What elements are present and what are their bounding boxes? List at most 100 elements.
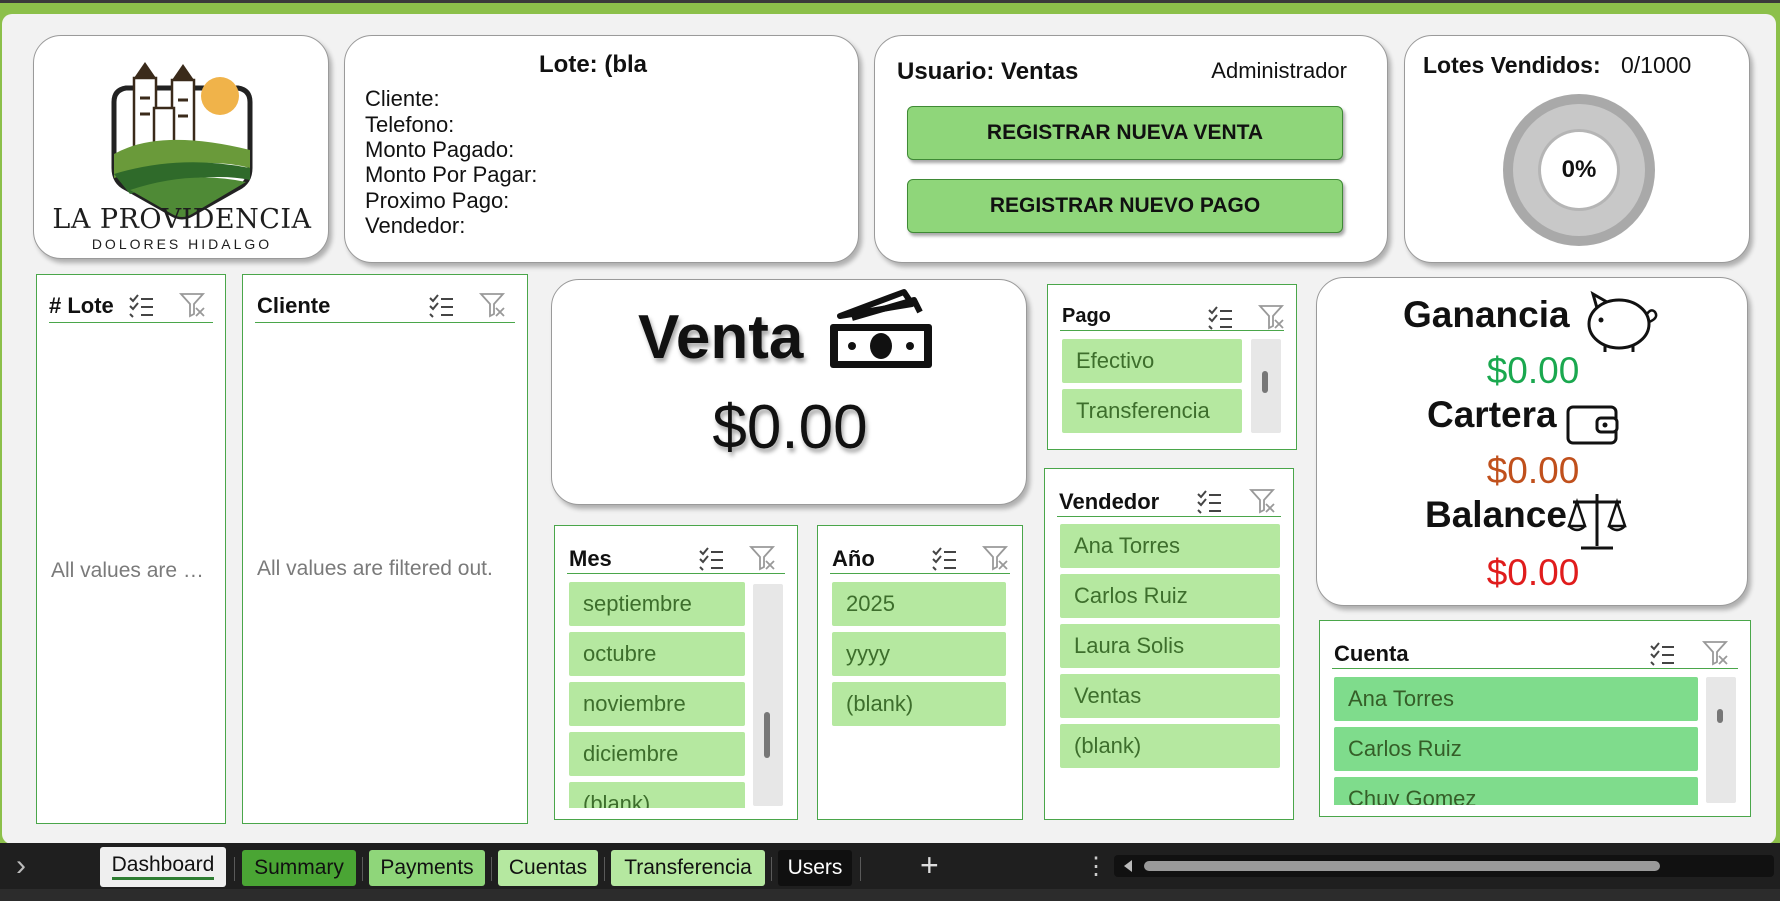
tab-separator <box>604 857 605 881</box>
piggy-bank-icon <box>1587 290 1658 352</box>
more-options-icon[interactable]: ⋮ <box>1084 851 1108 883</box>
scroll-thumb[interactable] <box>1262 371 1268 393</box>
scroll-thumb[interactable] <box>764 712 770 758</box>
slicer-lote: # Lote All values are … <box>36 274 226 824</box>
slicer-pago-scrollbar[interactable] <box>1251 339 1281 433</box>
lote-title: Lote: (bla <box>539 51 647 78</box>
clear-filter-icon[interactable] <box>1249 487 1277 515</box>
slicer-cuenta-scrollbar[interactable] <box>1706 677 1736 803</box>
slicer-vendedor-item[interactable]: Carlos Ruiz <box>1060 574 1280 618</box>
tab-dashboard-label: Dashboard <box>111 853 215 880</box>
money-icon <box>830 289 932 368</box>
slicer-anio-header: Año <box>830 534 1010 574</box>
slicer-mes-item[interactable]: noviembre <box>569 682 745 726</box>
slicer-cuenta-item[interactable]: Carlos Ruiz <box>1334 727 1698 771</box>
slicer-cliente: Cliente All values are filtered out. <box>242 274 528 824</box>
clear-filter-icon[interactable] <box>1702 639 1730 667</box>
slicer-cliente-empty-message: All values are filtered out. <box>257 557 493 580</box>
tab-users[interactable]: Users <box>778 850 852 886</box>
slicer-mes-item[interactable]: diciembre <box>569 732 745 776</box>
slicer-anio-item[interactable]: yyyy <box>832 632 1006 676</box>
multi-select-icon[interactable] <box>1206 303 1234 331</box>
tab-dashboard[interactable]: Dashboard <box>100 847 226 887</box>
scroll-left-icon[interactable] <box>1122 860 1134 872</box>
logo-subtitle: DOLORES HIDALGO <box>91 236 273 252</box>
tab-nav-arrow[interactable]: › <box>16 848 26 884</box>
slicer-vendedor-item[interactable]: Ana Torres <box>1060 524 1280 568</box>
user-label: Usuario: Ventas <box>897 58 1079 85</box>
cartera-value: $0.00 <box>1486 450 1580 491</box>
register-payment-button[interactable]: REGISTRAR NUEVO PAGO <box>907 179 1343 233</box>
slicer-mes-item[interactable]: octubre <box>569 632 745 676</box>
tab-cuentas[interactable]: Cuentas <box>498 850 598 886</box>
clear-filter-icon[interactable] <box>749 544 777 572</box>
slicer-anio-item[interactable]: (blank) <box>832 682 1006 726</box>
register-sale-button[interactable]: REGISTRAR NUEVA VENTA <box>907 106 1343 160</box>
slicer-anio: Año 2025 yyyy (blank) <box>817 525 1023 820</box>
multi-select-icon[interactable] <box>930 544 958 572</box>
slicer-anio-item[interactable]: 2025 <box>832 582 1006 626</box>
slicer-pago-item[interactable]: Transferencia <box>1062 389 1242 433</box>
slicer-pago-title: Pago <box>1062 305 1111 327</box>
tab-transferencia[interactable]: Transferencia <box>611 850 765 886</box>
slicer-cuenta-item[interactable]: Ana Torres <box>1334 677 1698 721</box>
clear-filter-icon[interactable] <box>982 544 1010 572</box>
tab-separator <box>491 857 492 881</box>
multi-select-icon[interactable] <box>697 544 725 572</box>
horizontal-scroll-thumb[interactable] <box>1144 861 1660 871</box>
field-vendedor: Vendedor: <box>365 213 466 238</box>
field-monto-pagado: Monto Pagado: <box>365 137 515 162</box>
clear-filter-icon[interactable] <box>1258 303 1286 331</box>
slicer-anio-title: Año <box>832 546 875 571</box>
slicer-pago-item[interactable]: Efectivo <box>1062 339 1242 383</box>
user-actions-card: Usuario: Ventas Administrador REGISTRAR … <box>874 35 1388 263</box>
clear-filter-icon[interactable] <box>479 291 507 319</box>
tab-separator <box>362 857 363 881</box>
field-monto-por-pagar: Monto Por Pagar: <box>365 162 538 187</box>
slicer-cuenta-title: Cuenta <box>1334 641 1409 666</box>
add-sheet-button[interactable]: + <box>920 847 939 883</box>
multi-select-icon[interactable] <box>1195 487 1223 515</box>
top-strip <box>0 0 1780 3</box>
slicer-cuenta-header: Cuenta <box>1332 629 1738 669</box>
slicer-lote-header: # Lote <box>49 283 213 323</box>
slicer-lote-title: # Lote <box>49 293 114 318</box>
bottom-status-strip <box>0 889 1780 901</box>
logo-image <box>111 62 253 220</box>
slicer-vendedor-item[interactable]: (blank) <box>1060 724 1280 768</box>
balance-label: Balance <box>1425 494 1567 535</box>
slicer-mes-item[interactable]: septiembre <box>569 582 745 626</box>
tab-separator <box>234 857 235 881</box>
balance-value: $0.00 <box>1486 552 1580 593</box>
slicer-vendedor: Vendedor Ana Torres Carlos Ruiz Laura So… <box>1044 468 1294 820</box>
slicer-lote-empty-message: All values are … <box>51 559 204 582</box>
slicer-vendedor-item[interactable]: Laura Solis <box>1060 624 1280 668</box>
venta-title: Venta <box>638 303 804 372</box>
slicer-vendedor-header: Vendedor <box>1057 477 1281 517</box>
logo-card: LA PROVIDENCIA DOLORES HIDALGO <box>33 35 329 259</box>
slicer-vendedor-item[interactable]: Ventas <box>1060 674 1280 718</box>
lotes-vendidos-value: 0/1000 <box>1621 52 1692 78</box>
clear-filter-icon[interactable] <box>179 291 207 319</box>
ganancia-label: Ganancia <box>1403 294 1570 335</box>
ganancia-value: $0.00 <box>1486 350 1580 391</box>
multi-select-icon[interactable] <box>427 291 455 319</box>
slicer-cuenta-item[interactable]: Chuy Gomez <box>1334 777 1698 805</box>
progress-percent: 0% <box>1561 156 1597 183</box>
slicer-cliente-title: Cliente <box>257 293 331 318</box>
slicer-mes-item[interactable]: (blank) <box>569 782 745 808</box>
slicer-cuenta-list: Ana Torres Carlos Ruiz Chuy Gomez <box>1334 677 1700 805</box>
field-telefono: Telefono: <box>365 112 455 137</box>
horizontal-scrollbar[interactable] <box>1114 855 1774 877</box>
tab-summary[interactable]: Summary <box>242 850 356 886</box>
scroll-thumb[interactable] <box>1717 709 1723 723</box>
multi-select-icon[interactable] <box>1648 639 1676 667</box>
slicer-mes: Mes septiembre octubre noviembre diciemb… <box>554 525 798 820</box>
tab-payments[interactable]: Payments <box>369 850 485 886</box>
field-cliente: Cliente: <box>365 86 440 111</box>
lote-detail-card: Lote: (bla Cliente: Telefono: Monto Paga… <box>344 35 859 263</box>
kpi-card: Ganancia $0.00 Cartera $0.00 Balance $0.… <box>1316 277 1748 606</box>
slicer-pago-header: Pago <box>1060 293 1286 331</box>
multi-select-icon[interactable] <box>127 291 155 319</box>
slicer-mes-scrollbar[interactable] <box>753 584 783 806</box>
